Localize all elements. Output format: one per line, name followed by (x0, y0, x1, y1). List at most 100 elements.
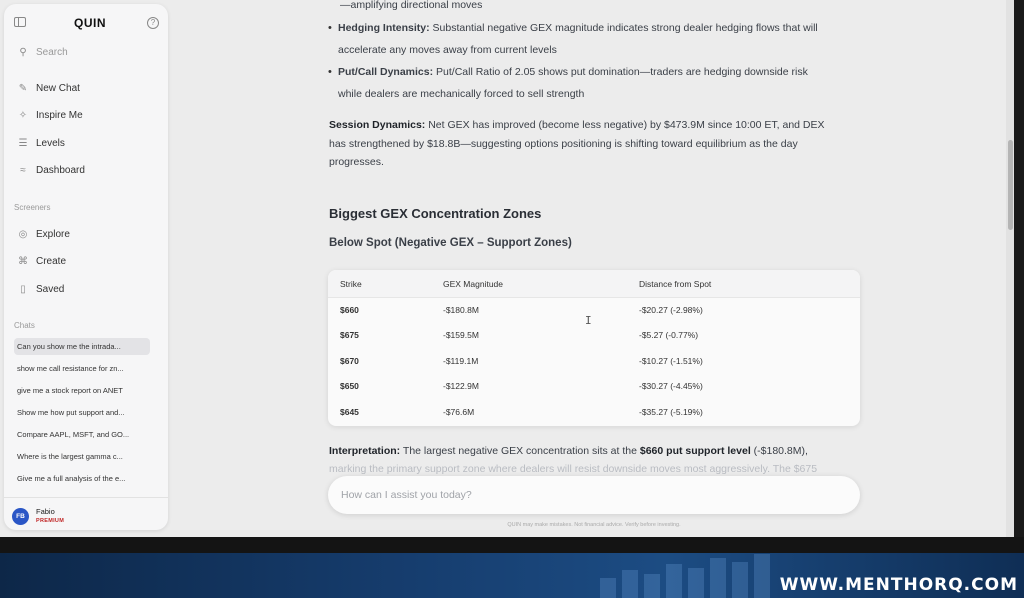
sidebar-item-inspire-me[interactable]: ✧ Inspire Me (16, 107, 83, 123)
sidebar-toggle-icon[interactable] (14, 17, 26, 27)
sidebar-item-saved[interactable]: ▯ Saved (16, 281, 64, 297)
banner-decor-bar (732, 562, 748, 598)
chat-item[interactable]: show me call resistance for zn... (14, 360, 150, 377)
distance-cell: -$10.27 (-1.51%) (639, 355, 703, 366)
strike-cell: $660 (340, 305, 359, 315)
bullet-text: while dealers are mechanically forced to… (338, 88, 585, 100)
video-banner: WWW.MENTHORQ.COM (0, 553, 1024, 598)
sidebar-item-label: Create (36, 255, 67, 267)
distance-cell: -$20.27 (-2.98%) (639, 305, 703, 315)
user-plan-badge: PREMIUM (36, 518, 65, 524)
disclaimer-text: QUIN may make mistakes. Not financial ad… (507, 522, 681, 528)
session-dynamics-paragraph: Session Dynamics: Net GEX has improved (… (329, 116, 869, 172)
gex-cell: -$159.5M (443, 330, 479, 341)
para-label: Interpretation: (329, 445, 401, 457)
search-label: Search (36, 47, 68, 58)
search-button[interactable]: ⚲ Search (16, 47, 68, 58)
frame-edge (1014, 0, 1024, 540)
gex-cell: -$180.8M (443, 305, 479, 315)
section-subheading: Below Spot (Negative GEX – Support Zones… (329, 237, 572, 249)
sidebar-item-levels[interactable]: ☰ Levels (16, 135, 65, 151)
compass-icon: ◎ (18, 228, 28, 240)
chart-icon: ≈ (20, 164, 26, 176)
sidebar-item-label: Inspire Me (36, 109, 83, 121)
strike-cell: $670 (340, 355, 359, 366)
bullet-text: Substantial negative GEX magnitude indic… (429, 22, 818, 34)
strike-cell: $650 (340, 381, 359, 392)
gex-cell: -$122.9M (443, 381, 479, 392)
user-name: Fabio (36, 507, 55, 516)
app-window: QUIN ? ⚲ Search ✎ New Chat ✧ Inspire Me … (0, 0, 1014, 537)
distance-cell: -$35.27 (-5.19%) (639, 406, 703, 417)
para-text: The largest negative GEX concentration s… (400, 445, 640, 457)
sparkle-icon: ✧ (18, 109, 28, 121)
para-text: has strengthened by $18.8B—suggesting op… (329, 137, 798, 150)
sidebar-item-explore[interactable]: ◎ Explore (16, 226, 70, 242)
avatar: FB (12, 508, 29, 525)
strike-cell: $645 (340, 406, 359, 417)
para-label: Session Dynamics: (329, 119, 426, 131)
chats-section-label: Chats (14, 321, 35, 330)
sidebar-item-label: Explore (36, 228, 70, 240)
banner-decor-bar (644, 574, 660, 598)
distance-cell: -$5.27 (-0.77%) (639, 330, 699, 341)
sidebar-item-label: New Chat (36, 82, 80, 94)
banner-decor-bar (622, 570, 638, 598)
para-text: (-$180.8M), (750, 445, 808, 457)
list-item: Hedging Intensity: Substantial negative … (328, 17, 863, 61)
app-logo: QUIN (74, 16, 106, 30)
para-text: Net GEX has improved (become less negati… (425, 119, 825, 131)
sidebar-item-label: Dashboard (36, 164, 85, 176)
help-icon[interactable]: ? (147, 17, 159, 29)
bookmark-icon: ▯ (20, 283, 26, 295)
banner-decor-bar (710, 558, 726, 598)
table-row: $660 -$180.8M -$20.27 (-2.98%) (328, 298, 860, 323)
chat-item[interactable]: Give me a full analysis of the e... (14, 470, 150, 487)
banner-decor-bar (688, 568, 704, 598)
screeners-section-label: Screeners (14, 203, 51, 212)
chat-item[interactable]: Compare AAPL, MSFT, and GO... (14, 426, 150, 443)
bullet-text: Put/Call Ratio of 2.05 shows put dominat… (433, 66, 808, 78)
chat-item[interactable]: Can you show me the intrada... (14, 338, 150, 355)
column-header: GEX Magnitude (443, 279, 504, 289)
sidebar-item-label: Saved (36, 283, 65, 295)
sidebar-item-new-chat[interactable]: ✎ New Chat (16, 80, 80, 96)
sidebar-item-create[interactable]: ⌘ Create (16, 253, 66, 269)
column-header: Distance from Spot (639, 279, 712, 289)
banner-decor-bar (666, 564, 682, 598)
chat-input[interactable] (341, 476, 841, 514)
para-text: progresses. (329, 156, 384, 168)
scrollbar[interactable] (1006, 0, 1014, 537)
column-header: Strike (340, 279, 362, 289)
distance-cell: -$30.27 (-4.45%) (639, 381, 703, 392)
text-line: —amplifying directional moves (340, 0, 483, 11)
sidebar: QUIN ? ⚲ Search ✎ New Chat ✧ Inspire Me … (4, 4, 168, 530)
gex-cell: -$76.6M (443, 406, 475, 417)
chat-item[interactable]: give me a stock report on ANET (14, 382, 150, 399)
sidebar-item-dashboard[interactable]: ≈ Dashboard (16, 162, 85, 178)
user-profile[interactable]: FB Fabio PREMIUM (4, 497, 168, 530)
search-icon: ⚲ (19, 47, 27, 58)
bullet-label: Hedging Intensity: (338, 22, 430, 34)
section-heading: Biggest GEX Concentration Zones (329, 206, 542, 221)
strike-cell: $675 (340, 330, 359, 341)
bullet-label: Put/Call Dynamics: (338, 66, 434, 78)
text-cursor-icon: I (585, 314, 592, 327)
banner-decor-bar (600, 578, 616, 598)
chat-item[interactable]: Where is the largest gamma c... (14, 448, 150, 465)
banner-decor-bar (754, 554, 770, 598)
chat-input-container[interactable] (328, 476, 860, 514)
list-item: Put/Call Dynamics: Put/Call Ratio of 2.0… (328, 61, 863, 105)
banner-url: WWW.MENTHORQ.COM (779, 575, 1018, 595)
list-icon: ☰ (18, 137, 28, 149)
interpretation-paragraph: Interpretation: The largest negative GEX… (329, 442, 869, 461)
table-row: $675 -$159.5M -$5.27 (-0.77%) (328, 323, 860, 348)
chat-item[interactable]: Show me how put support and... (14, 404, 150, 421)
table-header: Strike GEX Magnitude Distance from Spot (328, 270, 860, 298)
gex-table: Strike GEX Magnitude Distance from Spot … (328, 270, 860, 426)
table-row: $650 -$122.9M -$30.27 (-4.45%) (328, 374, 860, 399)
edit-icon: ✎ (18, 82, 28, 94)
bullet-text: accelerate any moves away from current l… (338, 44, 557, 56)
scrollbar-thumb[interactable] (1008, 140, 1013, 230)
sidebar-item-label: Levels (36, 137, 65, 149)
